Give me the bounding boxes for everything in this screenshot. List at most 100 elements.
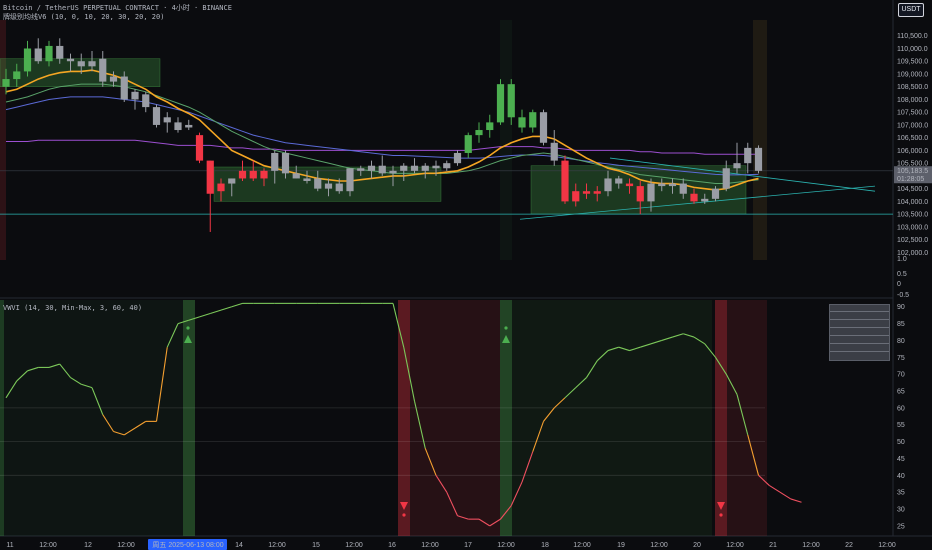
indicator-title: 牌级别均线V6 (10, 0, 10, 20, 30, 20, 20)	[3, 13, 165, 21]
candle-body	[292, 173, 300, 179]
candle-body	[604, 178, 612, 192]
candle-body	[23, 48, 32, 72]
sell-dot	[402, 513, 406, 517]
price-tick-label: 106,000.0	[897, 148, 928, 155]
candle-body	[464, 135, 472, 153]
candle-body	[249, 170, 257, 179]
candle-body	[668, 183, 677, 187]
candle-body	[109, 76, 118, 82]
price-tick-label: 104,000.0	[897, 199, 928, 206]
candle-body	[701, 198, 709, 202]
candle-body	[754, 147, 763, 171]
time-tick-label: 12:00	[345, 542, 363, 549]
price-tick-label: 102,500.0	[897, 237, 928, 244]
osc-tick-label: 25	[897, 523, 905, 530]
osc-tick-label: 35	[897, 490, 905, 497]
time-tick-label: 12:00	[650, 542, 668, 549]
candle-body	[314, 178, 322, 189]
candle-body	[636, 186, 644, 202]
candle-body	[174, 122, 182, 131]
candle-body	[335, 183, 343, 192]
candle-body	[324, 183, 333, 189]
price-tick-label: 108,000.0	[897, 97, 928, 104]
candle-body	[195, 135, 204, 161]
signal-band	[0, 300, 183, 536]
cursor-time-label: 周五 2025-06-13 08:00	[152, 541, 223, 549]
osc-tick-label: 60	[897, 405, 905, 412]
candle-body	[271, 152, 279, 171]
candle-body	[260, 170, 268, 179]
time-tick-label: 12:00	[39, 542, 57, 549]
candle-body	[400, 165, 408, 171]
candle-body	[443, 163, 451, 169]
candle-body	[131, 91, 139, 100]
candle-body	[281, 152, 290, 174]
time-tick-label: 19	[617, 542, 625, 549]
candle-body	[582, 191, 591, 194]
chart-canvas[interactable]: 102,000.0102,500.0103,000.0103,500.0104,…	[0, 0, 932, 550]
mini-axis-label: 0.5	[897, 271, 907, 278]
signal-band	[727, 300, 767, 536]
candle-body	[389, 170, 397, 174]
buy-dot	[186, 326, 190, 330]
candle-body	[572, 191, 580, 202]
candle-body	[539, 112, 548, 143]
osc-tick-label: 40	[897, 473, 905, 480]
candle-body	[679, 183, 687, 194]
signal-band	[398, 300, 410, 536]
osc-tick-label: 30	[897, 507, 905, 514]
candle-body	[593, 191, 601, 194]
candle-body	[421, 165, 429, 171]
time-tick-label: 11	[6, 542, 13, 549]
candle-body	[185, 124, 193, 128]
price-tick-label: 103,500.0	[897, 212, 928, 219]
candle-body	[120, 76, 128, 100]
candle-body	[99, 58, 107, 82]
time-tick-label: 12:00	[497, 542, 515, 549]
info-table	[829, 304, 890, 361]
candle-body	[615, 178, 623, 184]
candle-body	[45, 45, 53, 62]
candle-body	[34, 48, 42, 62]
price-tick-label: 110,000.0	[897, 46, 928, 53]
candle-body	[346, 168, 354, 192]
candle-body	[410, 165, 419, 171]
time-tick-label: 22	[845, 542, 853, 549]
candle-body	[529, 112, 537, 128]
time-tick-label: 20	[693, 542, 701, 549]
osc-tick-label: 85	[897, 321, 905, 328]
osc-tick-label: 70	[897, 372, 905, 379]
osc-tick-label: 90	[897, 304, 905, 311]
candle-body	[475, 130, 483, 136]
time-tick-label: 12:00	[421, 542, 439, 549]
signal-band	[715, 300, 727, 536]
candle-body	[550, 142, 558, 161]
upper-band	[0, 20, 6, 260]
time-tick-label: 12	[84, 542, 92, 549]
lower-panel-label: VWVI (14, 30, Min-Max, 3, 60, 40)	[3, 304, 143, 312]
candle-body	[647, 183, 655, 202]
candle-body	[518, 117, 526, 128]
osc-tick-label: 55	[897, 422, 905, 429]
currency-button[interactable]: USDT	[898, 3, 924, 17]
price-tick-label: 104,500.0	[897, 186, 928, 193]
mini-axis-label: 1.0	[897, 256, 907, 263]
candle-body	[77, 61, 85, 67]
candle-body	[206, 160, 214, 194]
candle-body	[378, 165, 386, 174]
price-tick-label: 109,500.0	[897, 59, 928, 66]
price-tick-label: 103,000.0	[897, 224, 928, 231]
candle-body	[142, 94, 150, 108]
sell-dot	[719, 513, 723, 517]
time-tick-label: 15	[312, 542, 320, 549]
signal-band	[410, 300, 500, 536]
time-tick-label: 12:00	[117, 542, 135, 549]
upper-band	[500, 20, 512, 260]
candle-body	[744, 147, 752, 164]
candle-body	[486, 122, 494, 131]
candle-body	[733, 163, 741, 169]
osc-tick-label: 45	[897, 456, 905, 463]
info-row	[830, 351, 889, 360]
candle-body	[217, 183, 225, 192]
time-tick-label: 12:00	[573, 542, 591, 549]
